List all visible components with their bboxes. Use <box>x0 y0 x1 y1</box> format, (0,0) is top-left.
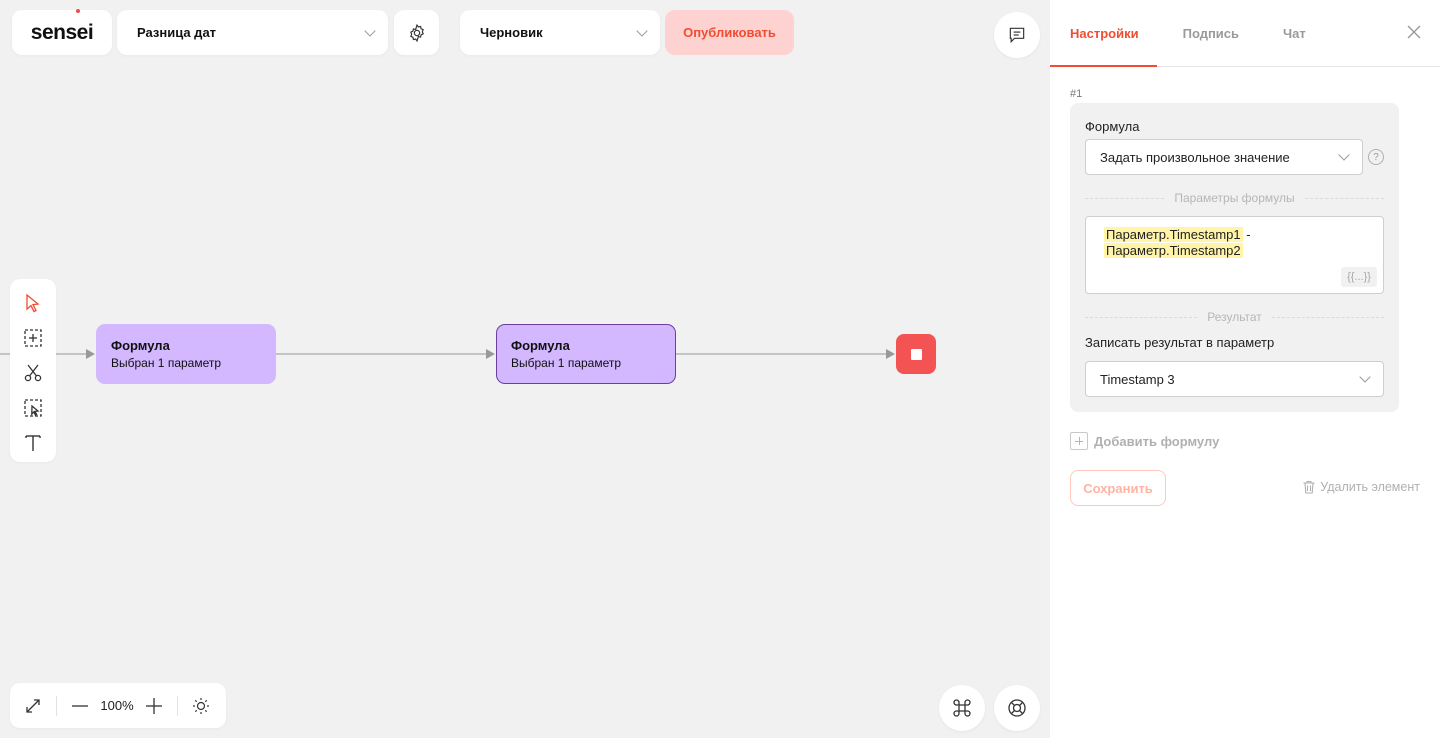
settings-panel: Настройки Подпись Чат #1 Формула Задать … <box>1050 0 1440 738</box>
formula-node-selected[interactable]: Формула Выбран 1 параметр <box>496 324 676 384</box>
node-title: Формула <box>511 338 570 353</box>
pointer-icon <box>26 293 40 313</box>
result-param-select[interactable]: Timestamp 3 <box>1085 361 1384 397</box>
add-frame-icon <box>24 329 42 347</box>
theme-toggle-button[interactable] <box>190 695 212 717</box>
formula-expression-input[interactable]: Параметр.Timestamp1 - Параметр.Timestamp… <box>1085 216 1384 294</box>
formula-label: Формула <box>1085 119 1140 134</box>
plus-icon <box>146 697 162 714</box>
tab-chat[interactable]: Чат <box>1283 26 1306 66</box>
help-icon[interactable]: ? <box>1368 149 1384 165</box>
tab-signature[interactable]: Подпись <box>1183 26 1239 66</box>
shortcuts-button[interactable] <box>939 685 985 731</box>
text-icon <box>25 435 41 451</box>
fullscreen-button[interactable] <box>22 695 44 717</box>
insert-variable-button[interactable]: {{...}} <box>1341 267 1377 287</box>
logo-text: sensei <box>30 20 94 44</box>
add-formula-label: Добавить формулу <box>1094 433 1220 449</box>
trash-icon <box>1303 480 1315 494</box>
result-param-label: Записать результат в параметр <box>1085 335 1275 350</box>
lifebuoy-icon <box>1008 699 1026 717</box>
delete-element-label: Удалить элемент <box>1320 480 1420 494</box>
status-label: Черновик <box>480 25 543 40</box>
node-subtitle: Выбран 1 параметр <box>111 356 222 370</box>
chevron-down-icon <box>1359 371 1371 383</box>
panel-tabs: Настройки Подпись Чат <box>1050 0 1440 67</box>
sensei-logo[interactable]: sensei <box>12 9 112 55</box>
formula-index: #1 <box>1070 88 1083 100</box>
param-token: Параметр.Timestamp1 <box>1104 227 1243 242</box>
fullscreen-icon <box>26 698 40 713</box>
process-canvas[interactable]: sensei Разница дат Черновик Опубликовать <box>0 0 1050 738</box>
stop-icon <box>910 348 922 360</box>
gear-icon <box>409 23 424 42</box>
zoom-in-button[interactable] <box>143 695 165 717</box>
tab-settings[interactable]: Настройки <box>1050 26 1157 67</box>
chevron-down-icon <box>636 24 648 37</box>
result-divider-label: Результат <box>1207 310 1262 324</box>
plus-icon <box>1070 432 1088 450</box>
close-icon[interactable] <box>1406 24 1422 40</box>
brightness-icon <box>193 697 209 714</box>
divider <box>56 695 57 716</box>
canvas-toolbox <box>10 279 56 462</box>
edge-arrow <box>486 349 495 359</box>
formula-node[interactable]: Формула Выбран 1 параметр <box>96 324 276 384</box>
text-tool[interactable] <box>21 431 45 455</box>
param-token: Параметр.Timestamp2 <box>1104 243 1243 258</box>
formula-type-value: Задать произвольное значение <box>1100 149 1290 165</box>
add-formula-button[interactable]: Добавить формулу <box>1070 432 1219 450</box>
chevron-down-icon <box>364 24 376 37</box>
zoom-controls: 100% <box>10 683 226 728</box>
divider <box>177 695 178 716</box>
save-button[interactable]: Сохранить <box>1070 470 1166 506</box>
formula-type-select[interactable]: Задать произвольное значение <box>1085 139 1363 175</box>
chevron-down-icon <box>1338 149 1350 161</box>
cut-tool[interactable] <box>21 361 45 385</box>
node-subtitle: Выбран 1 параметр <box>511 356 622 370</box>
zoom-out-button[interactable] <box>69 695 91 717</box>
add-element-tool[interactable] <box>21 326 45 350</box>
minus-icon <box>72 704 88 707</box>
pointer-tool[interactable] <box>21 291 45 315</box>
end-node[interactable] <box>896 334 936 374</box>
edge-arrow <box>886 349 895 359</box>
command-icon <box>953 699 971 717</box>
process-name-select[interactable]: Разница дат <box>117 10 388 55</box>
process-settings-button[interactable] <box>394 10 439 55</box>
delete-element-button[interactable]: Удалить элемент <box>1302 480 1420 494</box>
comments-icon <box>1009 27 1025 44</box>
edge-arrow <box>86 349 95 359</box>
formula-block: Формула Задать произвольное значение ? П… <box>1070 103 1399 412</box>
publish-button[interactable]: Опубликовать <box>665 10 794 55</box>
params-divider: Параметры формулы <box>1085 191 1384 205</box>
version-status-select[interactable]: Черновик <box>460 10 660 55</box>
select-area-icon <box>24 399 42 417</box>
scissors-icon <box>24 364 42 382</box>
result-param-value: Timestamp 3 <box>1100 371 1175 387</box>
select-area-tool[interactable] <box>21 396 45 420</box>
result-divider: Результат <box>1085 310 1384 324</box>
comments-button[interactable] <box>994 12 1040 58</box>
params-divider-label: Параметры формулы <box>1174 191 1295 205</box>
node-title: Формула <box>111 338 170 353</box>
zoom-level: 100% <box>100 698 134 713</box>
support-button[interactable] <box>994 685 1040 731</box>
logo-dot <box>76 9 80 13</box>
process-name-label: Разница дат <box>137 25 217 40</box>
operator: - <box>1242 227 1251 242</box>
